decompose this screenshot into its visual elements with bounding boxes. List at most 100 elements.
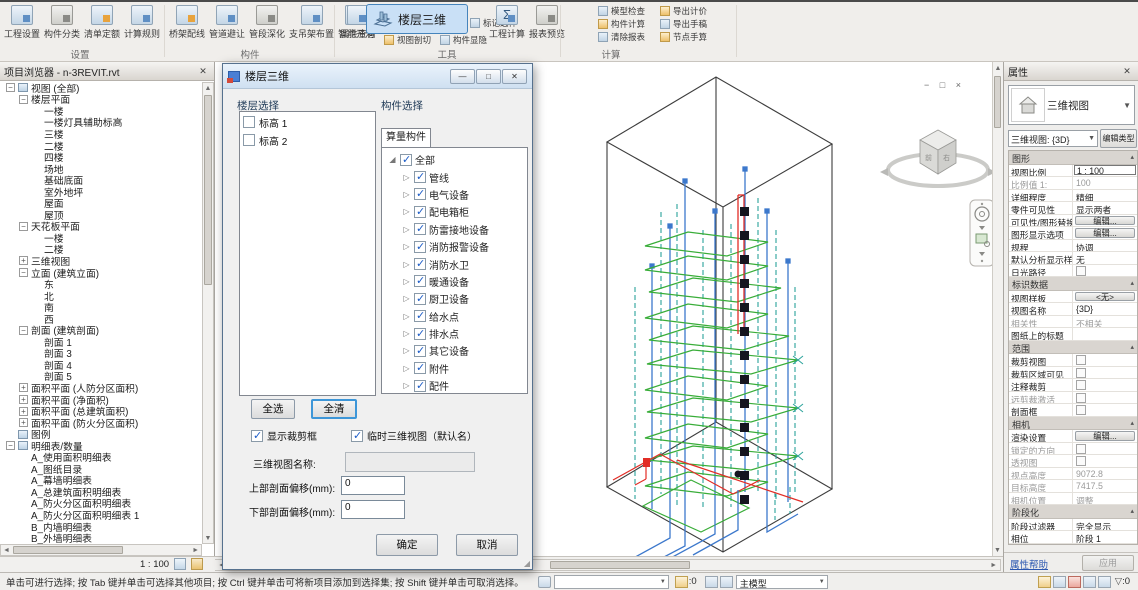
- show-crop-checkbox-row[interactable]: 显示裁剪框: [251, 428, 317, 443]
- detail-level-icon[interactable]: [174, 558, 186, 570]
- component-checkbox[interactable]: [414, 380, 426, 392]
- design-options-icon[interactable]: [705, 576, 718, 588]
- ok-button[interactable]: 确定: [376, 534, 438, 556]
- bill-quota-button[interactable]: 清单定额: [82, 2, 122, 40]
- tree-item[interactable]: 剖面 4: [0, 359, 202, 371]
- navigation-bar[interactable]: [970, 200, 994, 266]
- export-pricing-button[interactable]: 导出计价: [660, 4, 707, 17]
- collapse-chevron-icon[interactable]: ▴: [1130, 507, 1134, 515]
- property-section-header[interactable]: 图形▴: [1009, 151, 1137, 165]
- property-value[interactable]: [1073, 265, 1137, 277]
- property-section-header[interactable]: 标识数据▴: [1009, 277, 1137, 291]
- tree-item[interactable]: 场地: [0, 163, 202, 175]
- tree-item[interactable]: 一楼灯具辅助标高: [0, 117, 202, 129]
- component-item[interactable]: ▷防雷接地设备: [386, 221, 527, 238]
- collapse-chevron-icon[interactable]: ▴: [1130, 153, 1134, 161]
- component-item[interactable]: ◢全部: [386, 151, 527, 168]
- property-value[interactable]: 不相关: [1073, 316, 1137, 328]
- collapse-chevron-icon[interactable]: ▴: [1130, 419, 1134, 427]
- component-item[interactable]: ▷排水点: [386, 325, 527, 342]
- floor-item[interactable]: 标高 2: [240, 132, 375, 148]
- floor-item[interactable]: 标高 1: [240, 114, 375, 130]
- bottom-offset-input[interactable]: 0: [341, 500, 405, 519]
- property-value[interactable]: 1 : 100: [1073, 165, 1137, 177]
- property-value[interactable]: [1073, 367, 1137, 379]
- property-value[interactable]: 100: [1073, 177, 1137, 189]
- expand-icon[interactable]: +: [19, 395, 28, 404]
- tree-item[interactable]: 东: [0, 278, 202, 290]
- component-tree[interactable]: ◢全部▷管线▷电气设备▷配电箱柜▷防雷接地设备▷消防报警设备▷消防水卫▷暖通设备…: [381, 147, 528, 394]
- component-item[interactable]: ▷管线: [386, 168, 527, 185]
- expand-arrow-icon[interactable]: ▷: [402, 381, 411, 390]
- component-checkbox[interactable]: [414, 258, 426, 270]
- collapse-arrow-icon[interactable]: ◢: [388, 155, 397, 164]
- tree-item[interactable]: 屋面: [0, 197, 202, 209]
- property-value[interactable]: 编辑...: [1073, 227, 1137, 239]
- project-browser-close-icon[interactable]: ✕: [196, 66, 210, 77]
- dialog-minimize-icon[interactable]: —: [450, 69, 475, 84]
- tree-item[interactable]: 四楼: [0, 151, 202, 163]
- edit-type-button[interactable]: 编辑类型: [1100, 129, 1137, 148]
- tree-item[interactable]: 北: [0, 290, 202, 302]
- collapse-icon[interactable]: −: [6, 441, 15, 450]
- component-item[interactable]: ▷附件: [386, 360, 527, 377]
- expand-arrow-icon[interactable]: ▷: [402, 329, 411, 338]
- expand-arrow-icon[interactable]: ▷: [402, 364, 411, 373]
- view-selector-combo[interactable]: 三维视图: {3D} ▼: [1008, 130, 1098, 147]
- expand-arrow-icon[interactable]: ▷: [402, 242, 411, 251]
- collapse-icon[interactable]: −: [6, 83, 15, 92]
- scroll-down-icon[interactable]: ▼: [203, 535, 213, 542]
- tree-item[interactable]: −立面 (建筑立面): [0, 267, 202, 279]
- dialog-close-icon[interactable]: ✕: [502, 69, 527, 84]
- component-calculation-button[interactable]: 构件计算: [598, 17, 645, 30]
- dialog-titlebar[interactable]: 楼层三维 — □ ✕: [223, 64, 532, 89]
- collapse-icon[interactable]: −: [19, 326, 28, 335]
- tree-item[interactable]: −剖面 (建筑剖面): [0, 324, 202, 336]
- calculation-rules-button[interactable]: 计算规则: [122, 2, 162, 40]
- drag-on-selection-icon[interactable]: [1098, 576, 1111, 588]
- property-value[interactable]: 协调: [1073, 240, 1137, 252]
- properties-close-icon[interactable]: ✕: [1120, 66, 1134, 77]
- top-offset-input[interactable]: 0: [341, 476, 405, 495]
- property-checkbox[interactable]: [1076, 405, 1086, 415]
- property-value[interactable]: 编辑...: [1073, 215, 1137, 227]
- expand-arrow-icon[interactable]: ▷: [402, 260, 411, 269]
- select-pinned-icon[interactable]: [1068, 576, 1081, 588]
- view-window-controls[interactable]: − □ ×: [924, 80, 965, 90]
- property-value[interactable]: [1073, 354, 1137, 366]
- component-checkbox[interactable]: [414, 345, 426, 357]
- select-all-button[interactable]: 全选: [251, 399, 295, 419]
- select-links-icon[interactable]: [1038, 576, 1051, 588]
- property-checkbox[interactable]: [1076, 266, 1086, 276]
- expand-icon[interactable]: +: [19, 383, 28, 392]
- model-check-button[interactable]: 模型检查: [598, 4, 645, 17]
- tree-item[interactable]: −楼层平面: [0, 94, 202, 106]
- collapse-chevron-icon[interactable]: ▴: [1130, 343, 1134, 351]
- tree-item[interactable]: 室外地坪: [0, 186, 202, 198]
- view-cut-button[interactable]: 视图剖切: [384, 34, 431, 46]
- view-scale[interactable]: 1 : 100: [140, 559, 169, 570]
- expand-arrow-icon[interactable]: ▷: [402, 225, 411, 234]
- tree-item[interactable]: 三楼: [0, 128, 202, 140]
- component-classification-button[interactable]: 构件分类: [42, 2, 82, 40]
- tree-item[interactable]: 剖面 3: [0, 348, 202, 360]
- select-by-face-icon[interactable]: [1083, 576, 1096, 588]
- component-checkbox[interactable]: [414, 241, 426, 253]
- filter-icon[interactable]: ▽: [1115, 576, 1122, 587]
- property-value[interactable]: {3D}: [1073, 303, 1137, 315]
- floor-checkbox[interactable]: [243, 116, 255, 128]
- properties-help-link[interactable]: 属性帮助: [1010, 557, 1048, 571]
- browser-hscroll-thumb[interactable]: [13, 546, 123, 554]
- floor-list[interactable]: 标高 1 标高 2: [239, 111, 376, 396]
- tree-item[interactable]: 基础底面: [0, 174, 202, 186]
- expand-arrow-icon[interactable]: ▷: [402, 277, 411, 286]
- property-value[interactable]: 精细: [1073, 190, 1137, 202]
- component-item[interactable]: ▷其它设备: [386, 342, 527, 359]
- component-item[interactable]: ▷电气设备: [386, 186, 527, 203]
- property-value[interactable]: <无>: [1073, 291, 1137, 303]
- dialog-resize-grip[interactable]: ◢: [524, 559, 530, 568]
- editing-requests-icon[interactable]: [675, 576, 688, 588]
- hanger-layout-button[interactable]: 支吊架布置: [287, 2, 336, 40]
- report-preview-button[interactable]: 报表预览: [527, 2, 567, 40]
- property-value[interactable]: 9072.8: [1073, 468, 1137, 480]
